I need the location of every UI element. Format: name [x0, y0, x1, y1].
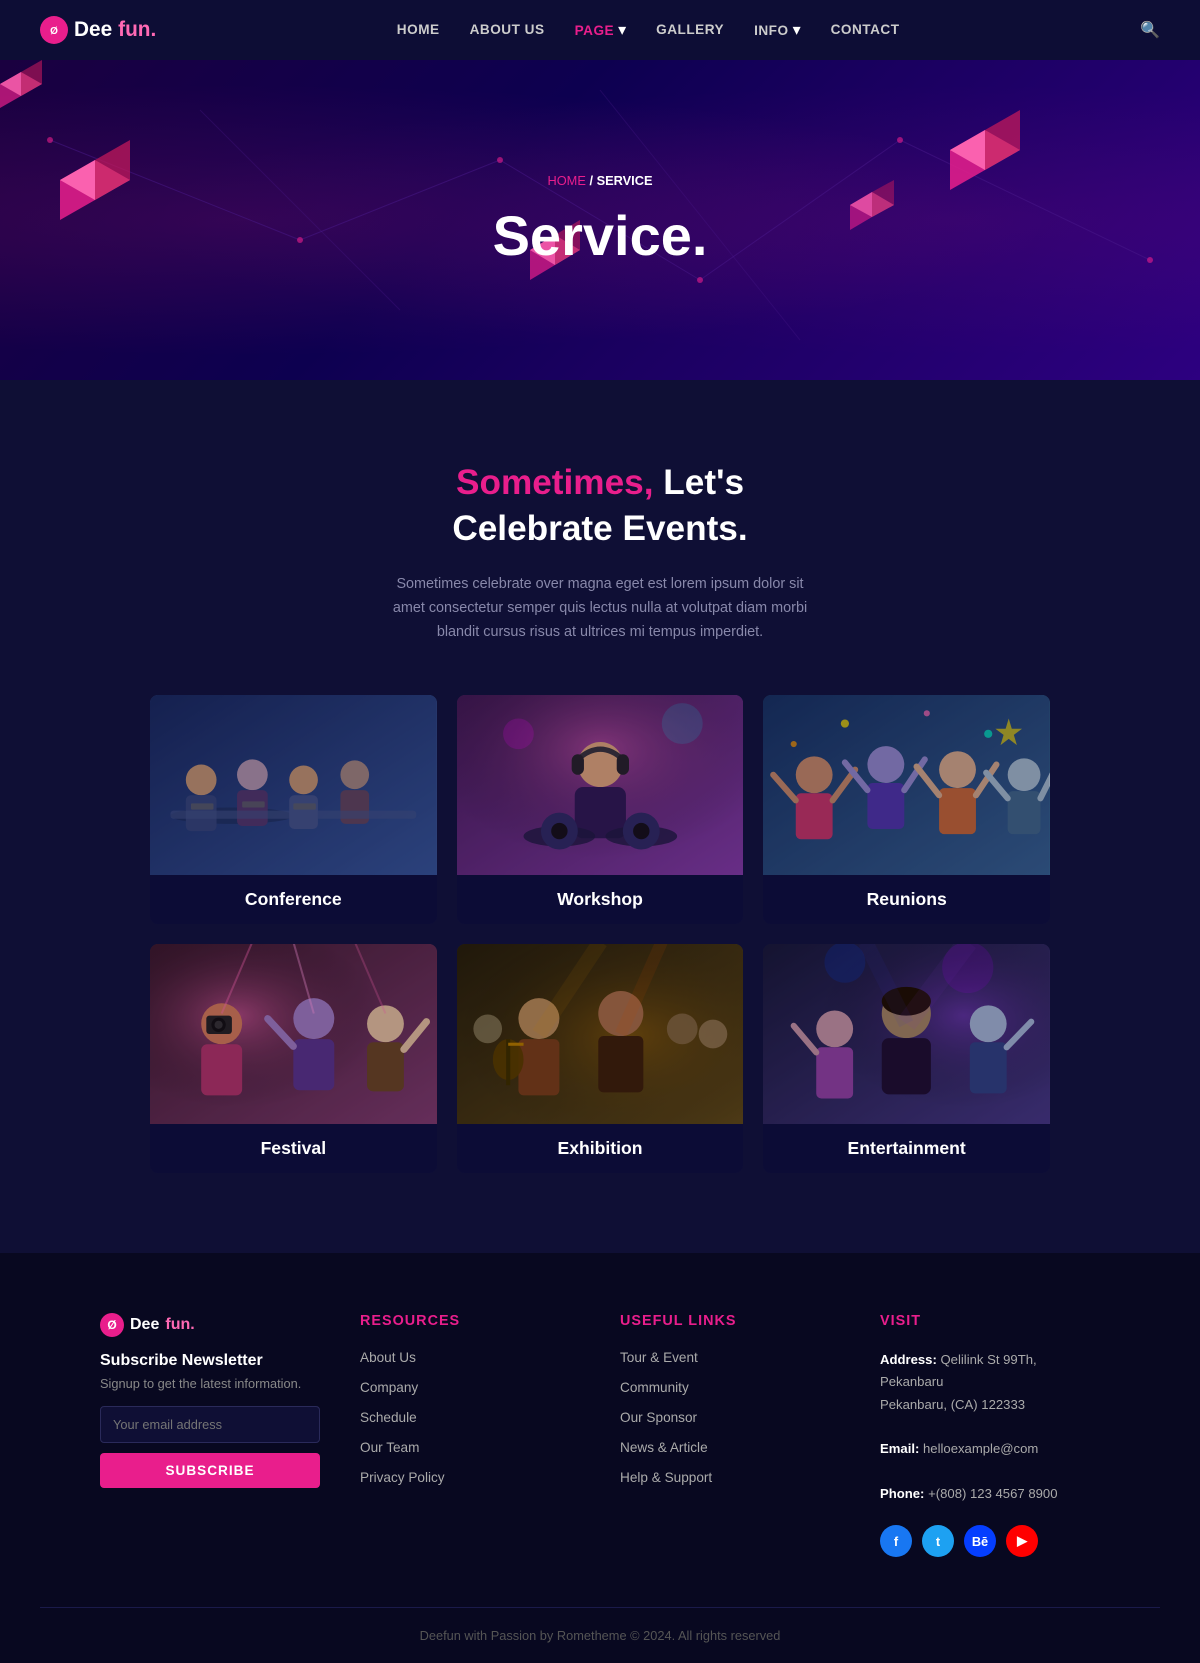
- breadcrumb-sep: /: [586, 173, 597, 188]
- workshop-image: [457, 695, 744, 875]
- useful-links: Tour & Event Community Our Sponsor News …: [620, 1349, 840, 1487]
- svg-text:Ø: Ø: [107, 1318, 116, 1332]
- conference-image: [150, 695, 437, 875]
- footer-bottom: Deefun with Passion by Rometheme © 2024.…: [40, 1607, 1160, 1663]
- section-description: Sometimes celebrate over magna eget est …: [390, 572, 810, 645]
- page-dropdown-icon: ▾: [618, 20, 626, 40]
- brand-icon: Ø: [40, 16, 68, 44]
- exhibition-label: Exhibition: [457, 1124, 744, 1173]
- entertainment-label: Entertainment: [763, 1124, 1050, 1173]
- svg-text:Ø: Ø: [50, 26, 58, 37]
- search-icon[interactable]: 🔍: [1140, 20, 1160, 40]
- social-icons: f t Bē ▶: [880, 1525, 1100, 1557]
- footer-useful-column: USEFUL LINKS Tour & Event Community Our …: [620, 1313, 840, 1557]
- visit-info: Address: Qelilink St 99Th, PekanbaruPeka…: [880, 1349, 1100, 1505]
- section-header: Sometimes, Let'sCelebrate Events. Someti…: [40, 460, 1160, 645]
- entertainment-image: [763, 944, 1050, 1124]
- breadcrumb-current: SERVICE: [597, 173, 653, 188]
- newsletter-desc: Signup to get the latest information.: [100, 1376, 320, 1391]
- nav-page[interactable]: PAGE: [575, 23, 615, 38]
- nav-info[interactable]: INFO: [754, 23, 788, 38]
- brand-fun: fun.: [118, 18, 156, 42]
- services-section: Sometimes, Let'sCelebrate Events. Someti…: [0, 380, 1200, 1253]
- reunions-label: Reunions: [763, 875, 1050, 924]
- resources-link-aboutus[interactable]: About Us: [360, 1350, 416, 1365]
- useful-link-community[interactable]: Community: [620, 1380, 689, 1395]
- resources-link-schedule[interactable]: Schedule: [360, 1410, 417, 1425]
- resources-link-company[interactable]: Company: [360, 1380, 418, 1395]
- nav-gallery[interactable]: GALLERY: [656, 22, 724, 37]
- footer-brand-icon: Ø: [100, 1313, 124, 1337]
- service-card-conference[interactable]: Conference: [150, 695, 437, 924]
- breadcrumb-home[interactable]: HOME: [547, 173, 585, 188]
- nav-contact[interactable]: CONTACT: [831, 22, 900, 37]
- useful-link-tour[interactable]: Tour & Event: [620, 1350, 698, 1365]
- page-title: Service.: [493, 203, 708, 268]
- youtube-icon[interactable]: ▶: [1006, 1525, 1038, 1557]
- newsletter-title: Subscribe Newsletter: [100, 1352, 320, 1370]
- nav-about[interactable]: ABOUT US: [470, 22, 545, 37]
- useful-link-sponsor[interactable]: Our Sponsor: [620, 1410, 697, 1425]
- footer-brand-column: Ø Dee fun. Subscribe Newsletter Signup to…: [100, 1313, 320, 1557]
- twitter-icon[interactable]: t: [922, 1525, 954, 1557]
- footer-grid: Ø Dee fun. Subscribe Newsletter Signup to…: [100, 1313, 1100, 1607]
- festival-image: [150, 944, 437, 1124]
- useful-title: USEFUL LINKS: [620, 1313, 840, 1329]
- facebook-icon[interactable]: f: [880, 1525, 912, 1557]
- service-card-workshop[interactable]: Workshop: [457, 695, 744, 924]
- resources-link-privacy[interactable]: Privacy Policy: [360, 1470, 445, 1485]
- visit-title: VISIT: [880, 1313, 1100, 1329]
- footer-brand-dee: Dee: [130, 1316, 159, 1334]
- resources-link-team[interactable]: Our Team: [360, 1440, 419, 1455]
- footer: Ø Dee fun. Subscribe Newsletter Signup to…: [0, 1253, 1200, 1663]
- email-input[interactable]: [100, 1406, 320, 1443]
- subscribe-button[interactable]: SUBSCRIBE: [100, 1453, 320, 1488]
- service-card-festival[interactable]: Festival: [150, 944, 437, 1173]
- exhibition-image: [457, 944, 744, 1124]
- email-value: helloexample@com: [923, 1441, 1038, 1456]
- nav-home[interactable]: HOME: [397, 22, 440, 37]
- behance-icon[interactable]: Bē: [964, 1525, 996, 1557]
- festival-label: Festival: [150, 1124, 437, 1173]
- section-title-highlight: Sometimes,: [456, 463, 654, 502]
- footer-brand-fun: fun.: [165, 1316, 194, 1334]
- workshop-label: Workshop: [457, 875, 744, 924]
- navbar: Ø Deefun. HOME ABOUT US PAGE ▾ GALLERY I…: [0, 0, 1200, 60]
- section-title: Sometimes, Let'sCelebrate Events.: [40, 460, 1160, 552]
- nav-links: HOME ABOUT US PAGE ▾ GALLERY INFO ▾ CONT…: [397, 20, 900, 40]
- hero-section: HOME / SERVICE Service.: [0, 60, 1200, 380]
- service-card-reunions[interactable]: Reunions: [763, 695, 1050, 924]
- useful-link-news[interactable]: News & Article: [620, 1440, 708, 1455]
- service-card-exhibition[interactable]: Exhibition: [457, 944, 744, 1173]
- services-grid: Conference: [150, 695, 1050, 1173]
- footer-resources-column: RESOURCES About Us Company Schedule Our …: [360, 1313, 580, 1557]
- footer-visit-column: VISIT Address: Qelilink St 99Th, Pekanba…: [880, 1313, 1100, 1557]
- conference-label: Conference: [150, 875, 437, 924]
- brand-dee: Dee: [74, 18, 112, 42]
- resources-links: About Us Company Schedule Our Team Priva…: [360, 1349, 580, 1487]
- phone-label: Phone:: [880, 1486, 924, 1501]
- resources-title: RESOURCES: [360, 1313, 580, 1329]
- footer-logo[interactable]: Ø Dee fun.: [100, 1313, 320, 1337]
- info-dropdown-icon: ▾: [793, 20, 801, 40]
- address-label: Address:: [880, 1352, 937, 1367]
- brand-logo[interactable]: Ø Deefun.: [40, 16, 156, 44]
- breadcrumb: HOME / SERVICE: [547, 173, 652, 188]
- email-label: Email:: [880, 1441, 919, 1456]
- useful-link-help[interactable]: Help & Support: [620, 1470, 712, 1485]
- service-card-entertainment[interactable]: Entertainment: [763, 944, 1050, 1173]
- copyright-text: Deefun with Passion by Rometheme © 2024.…: [420, 1628, 781, 1643]
- reunions-image: [763, 695, 1050, 875]
- phone-value: +(808) 123 4567 8900: [928, 1486, 1057, 1501]
